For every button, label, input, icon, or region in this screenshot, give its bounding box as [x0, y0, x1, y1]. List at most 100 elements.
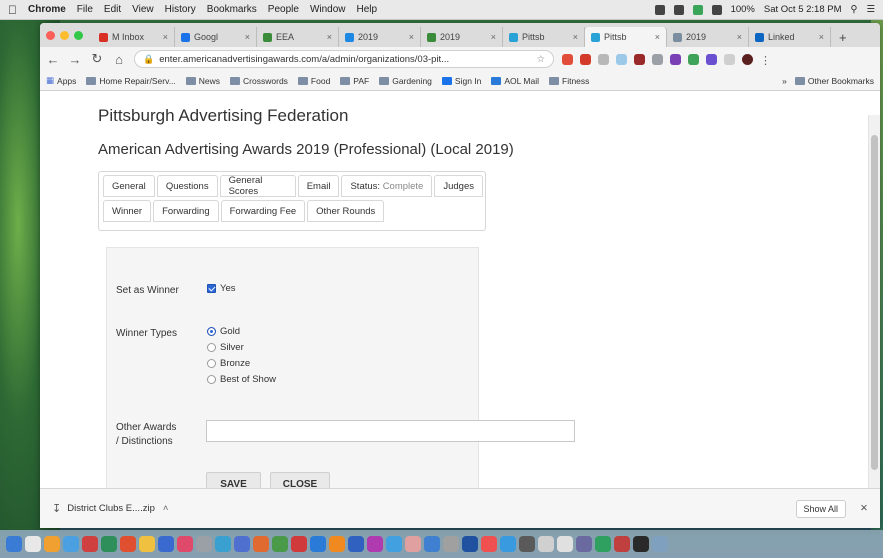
- dock-app-icon[interactable]: [405, 536, 421, 552]
- browser-tab[interactable]: 2019 ×: [421, 27, 503, 47]
- chevron-up-icon[interactable]: ˄: [163, 503, 169, 514]
- clock[interactable]: Sat Oct 5 2:18 PM: [764, 4, 842, 15]
- tab-forwarding[interactable]: Forwarding: [153, 200, 219, 222]
- browser-tab[interactable]: Pittsb ×: [503, 27, 585, 47]
- dock-app-icon[interactable]: [329, 536, 345, 552]
- close-tab-icon[interactable]: ×: [491, 32, 496, 42]
- close-tab-icon[interactable]: ×: [327, 32, 332, 42]
- bookmark-paf[interactable]: PAF: [340, 76, 369, 86]
- dock-app-icon[interactable]: [481, 536, 497, 552]
- winner-type-best-of-show[interactable]: Best of Show: [207, 374, 276, 385]
- dock-app-icon[interactable]: [120, 536, 136, 552]
- dock-app-icon[interactable]: [576, 536, 592, 552]
- bookmarks-overflow-chevron-icon[interactable]: »: [782, 76, 787, 86]
- close-tab-icon[interactable]: ×: [737, 32, 742, 42]
- browser-tab[interactable]: 2019 ×: [339, 27, 421, 47]
- tab-status[interactable]: Status: Complete: [341, 175, 433, 197]
- extension-icon-2[interactable]: [580, 53, 591, 65]
- dropbox-icon[interactable]: [654, 4, 665, 15]
- menu-kebab-icon[interactable]: ⋮: [760, 54, 771, 67]
- dock-app-icon[interactable]: [6, 536, 22, 552]
- tab-other-rounds[interactable]: Other Rounds: [307, 200, 385, 222]
- show-all-button[interactable]: Show All: [795, 499, 847, 518]
- profile-avatar[interactable]: [742, 53, 753, 65]
- dock-app-icon[interactable]: [614, 536, 630, 552]
- winner-type-gold[interactable]: Gold: [207, 326, 240, 337]
- minimize-window-button[interactable]: [60, 30, 69, 40]
- dock-app-icon[interactable]: [367, 536, 383, 552]
- browser-tab[interactable]: 2019 ×: [667, 27, 749, 47]
- download-filename[interactable]: District Clubs E....zip: [67, 503, 155, 514]
- dock-app-icon[interactable]: [310, 536, 326, 552]
- url-text[interactable]: enter.americanadvertisingawards.com/a/ad…: [159, 54, 531, 65]
- other-awards-input[interactable]: [206, 420, 575, 442]
- lock-icon[interactable]: 🔒: [143, 54, 154, 65]
- dock-app-icon[interactable]: [386, 536, 402, 552]
- close-shelf-icon[interactable]: ✕: [860, 503, 868, 514]
- radio-unselected-icon[interactable]: [207, 343, 216, 352]
- dock-app-icon[interactable]: [424, 536, 440, 552]
- menu-edit[interactable]: Edit: [104, 4, 121, 15]
- bookmark-other-bookmarks[interactable]: Other Bookmarks: [794, 76, 874, 86]
- new-tab-plus-icon[interactable]: +: [831, 27, 855, 47]
- home-icon[interactable]: ⌂: [112, 52, 126, 67]
- bookmark-food[interactable]: Food: [297, 76, 330, 86]
- tab-questions[interactable]: Questions: [156, 175, 218, 197]
- forward-arrow-icon[interactable]: →: [68, 52, 82, 67]
- bookmark-news[interactable]: News: [185, 76, 220, 86]
- winner-type-silver[interactable]: Silver: [207, 342, 244, 353]
- extension-icon-4[interactable]: [616, 53, 627, 65]
- extension-icon-9[interactable]: [706, 53, 717, 65]
- close-tab-icon[interactable]: ×: [163, 32, 168, 42]
- dock-app-icon[interactable]: [272, 536, 288, 552]
- bookmark-crosswords[interactable]: Crosswords: [230, 76, 288, 86]
- radio-selected-icon[interactable]: [207, 327, 216, 336]
- dock-app-icon[interactable]: [25, 536, 41, 552]
- dock-app-icon[interactable]: [652, 536, 668, 552]
- dock-app-icon[interactable]: [158, 536, 174, 552]
- status-icon[interactable]: [673, 4, 684, 15]
- browser-tab[interactable]: EEA ×: [257, 27, 339, 47]
- bookmark-gardening[interactable]: Gardening: [379, 76, 432, 86]
- tab-forwarding-fee[interactable]: Forwarding Fee: [220, 200, 306, 222]
- close-tab-icon[interactable]: ×: [573, 32, 578, 42]
- extension-icon-3[interactable]: [598, 53, 609, 65]
- bookmark-home-repair[interactable]: Home Repair/Serv...: [86, 76, 176, 86]
- dock-app-icon[interactable]: [633, 536, 649, 552]
- dock-app-icon[interactable]: [139, 536, 155, 552]
- tab-general[interactable]: General: [103, 175, 155, 197]
- battery-percent[interactable]: 100%: [731, 4, 755, 15]
- dock-app-icon[interactable]: [82, 536, 98, 552]
- dock-app-icon[interactable]: [348, 536, 364, 552]
- menu-file[interactable]: File: [77, 4, 93, 15]
- dock-app-icon[interactable]: [538, 536, 554, 552]
- tab-email[interactable]: Email: [297, 175, 340, 197]
- close-tab-icon[interactable]: ×: [409, 32, 414, 42]
- extension-icon-6[interactable]: [652, 53, 663, 65]
- dock-app-icon[interactable]: [291, 536, 307, 552]
- menu-bookmarks[interactable]: Bookmarks: [207, 4, 257, 15]
- spotlight-icon[interactable]: ⚲: [851, 4, 858, 15]
- dock-app-icon[interactable]: [196, 536, 212, 552]
- menu-history[interactable]: History: [165, 4, 196, 15]
- page-scrollbar[interactable]: [868, 115, 880, 488]
- address-bar[interactable]: 🔒 enter.americanadvertisingawards.com/a/…: [134, 50, 554, 68]
- dock-app-icon[interactable]: [500, 536, 516, 552]
- winner-type-bronze[interactable]: Bronze: [207, 358, 250, 369]
- bookmark-apps[interactable]: ▦ Apps: [46, 75, 76, 86]
- radio-unselected-icon[interactable]: [207, 375, 216, 384]
- dock-app-icon[interactable]: [44, 536, 60, 552]
- reload-icon[interactable]: ↻: [90, 51, 104, 67]
- dock-app-icon[interactable]: [557, 536, 573, 552]
- extension-icon-7[interactable]: [670, 53, 681, 65]
- close-tab-icon[interactable]: ×: [819, 32, 824, 42]
- browser-tab[interactable]: Linked ×: [749, 27, 831, 47]
- close-tab-icon[interactable]: ×: [245, 32, 250, 42]
- browser-tab[interactable]: M Inbox ×: [93, 27, 175, 47]
- close-tab-icon[interactable]: ×: [655, 32, 660, 42]
- evernote-icon[interactable]: [692, 4, 703, 15]
- menu-window[interactable]: Window: [310, 4, 346, 15]
- browser-tab[interactable]: Pittsb ×: [585, 27, 667, 47]
- tab-general-scores[interactable]: General Scores: [219, 175, 296, 197]
- apple-menu-icon[interactable]: : [8, 3, 17, 17]
